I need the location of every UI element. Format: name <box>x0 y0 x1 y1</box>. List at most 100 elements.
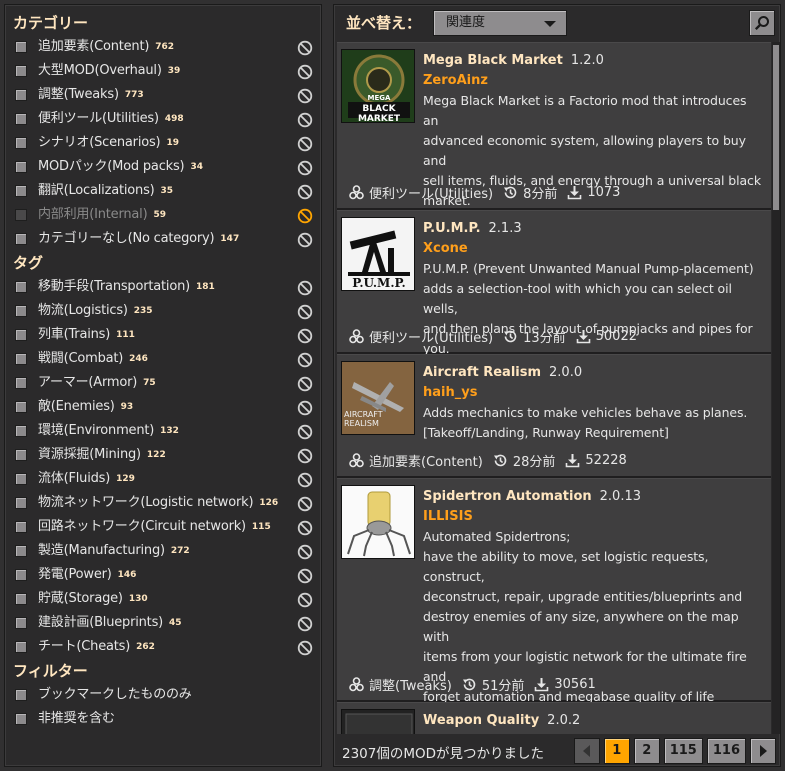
mod-name[interactable]: Aircraft Realism <box>423 365 541 380</box>
tag-exclude-button[interactable] <box>297 616 313 632</box>
tag-checkbox[interactable] <box>15 425 27 437</box>
mod-thumbnail[interactable] <box>341 485 415 559</box>
category-checkbox[interactable] <box>15 89 27 101</box>
tag-exclude-button[interactable] <box>297 640 313 656</box>
category-exclude-button[interactable] <box>297 184 313 200</box>
category-exclude-button[interactable] <box>297 232 313 248</box>
tag-exclude-button[interactable] <box>297 352 313 368</box>
next-page-button[interactable] <box>750 738 776 764</box>
category-row[interactable]: 大型MOD(Overhaul) 39 <box>13 59 313 83</box>
tag-checkbox[interactable] <box>15 353 27 365</box>
tag-row[interactable]: 製造(Manufacturing) 272 <box>13 539 313 563</box>
tag-row[interactable]: 戦闘(Combat) 246 <box>13 347 313 371</box>
mod-card[interactable]: P.U.M.P. P.U.M.P. 2.1.3 Xcone P.U.M.P. (P… <box>337 210 771 356</box>
tag-checkbox[interactable] <box>15 497 27 509</box>
prev-page-button[interactable] <box>573 738 600 764</box>
tag-checkbox[interactable] <box>15 449 27 461</box>
mod-name[interactable]: Mega Black Market <box>423 53 563 68</box>
category-exclude-button[interactable] <box>297 64 313 80</box>
category-row[interactable]: シナリオ(Scenarios) 19 <box>13 131 313 155</box>
filter-row[interactable]: 非推奨を含む <box>13 707 313 731</box>
tag-exclude-button[interactable] <box>297 472 313 488</box>
mod-card[interactable]: MEGA BLACK MARKET Mega Black Market 1.2.0… <box>337 42 771 210</box>
mod-author[interactable]: ILLISIS <box>423 507 765 527</box>
tag-row[interactable]: 環境(Environment) 132 <box>13 419 313 443</box>
filter-checkbox[interactable] <box>15 713 27 725</box>
category-exclude-button[interactable] <box>297 112 313 128</box>
tag-row[interactable]: アーマー(Armor) 75 <box>13 371 313 395</box>
mod-thumbnail[interactable]: MEGA BLACK MARKET <box>341 49 415 123</box>
category-row[interactable]: 翻訳(Localizations) 35 <box>13 179 313 203</box>
tag-row[interactable]: 敵(Enemies) 93 <box>13 395 313 419</box>
tag-row[interactable]: 回路ネットワーク(Circuit network) 115 <box>13 515 313 539</box>
tag-checkbox[interactable] <box>15 401 27 413</box>
tag-checkbox[interactable] <box>15 473 27 485</box>
tag-row[interactable]: 流体(Fluids) 129 <box>13 467 313 491</box>
tag-row[interactable]: 移動手段(Transportation) 181 <box>13 275 313 299</box>
tag-exclude-button[interactable] <box>297 400 313 416</box>
category-row[interactable]: 便利ツール(Utilities) 498 <box>13 107 313 131</box>
category-checkbox[interactable] <box>15 209 27 221</box>
search-button[interactable] <box>749 10 775 36</box>
category-checkbox[interactable] <box>15 41 27 53</box>
tag-checkbox[interactable] <box>15 569 27 581</box>
tag-row[interactable]: 資源採掘(Mining) 122 <box>13 443 313 467</box>
tag-row[interactable]: チート(Cheats) 262 <box>13 635 313 659</box>
tag-row[interactable]: 物流ネットワーク(Logistic network) 126 <box>13 491 313 515</box>
tag-checkbox[interactable] <box>15 281 27 293</box>
mod-list[interactable]: MEGA BLACK MARKET Mega Black Market 1.2.0… <box>337 42 771 734</box>
category-row[interactable]: 内部利用(Internal) 59 <box>13 203 313 227</box>
tag-exclude-button[interactable] <box>297 496 313 512</box>
tag-checkbox[interactable] <box>15 641 27 653</box>
tag-exclude-button[interactable] <box>297 520 313 536</box>
tag-row[interactable]: 建設計画(Blueprints) 45 <box>13 611 313 635</box>
category-exclude-button[interactable] <box>297 88 313 104</box>
category-checkbox[interactable] <box>15 65 27 77</box>
page-button-2[interactable]: 2 <box>633 738 660 764</box>
mod-thumbnail[interactable]: P.U.M.P. <box>341 217 415 291</box>
scrollbar-thumb[interactable] <box>773 45 779 210</box>
mod-thumbnail[interactable] <box>341 709 415 734</box>
tag-exclude-button[interactable] <box>297 280 313 296</box>
tag-exclude-button[interactable] <box>297 328 313 344</box>
tag-checkbox[interactable] <box>15 593 27 605</box>
category-exclude-button[interactable] <box>297 136 313 152</box>
mod-card[interactable]: AIRCRAFT REALISM Aircraft Realism 2.0.0 h… <box>337 354 771 478</box>
category-row[interactable]: 調整(Tweaks) 773 <box>13 83 313 107</box>
tag-row[interactable]: 貯蔵(Storage) 130 <box>13 587 313 611</box>
category-checkbox[interactable] <box>15 185 27 197</box>
tag-row[interactable]: 発電(Power) 146 <box>13 563 313 587</box>
mod-card[interactable]: Spidertron Automation 2.0.13 ILLISIS Auto… <box>337 478 771 734</box>
tag-exclude-button[interactable] <box>297 544 313 560</box>
tag-checkbox[interactable] <box>15 305 27 317</box>
tag-checkbox[interactable] <box>15 521 27 533</box>
category-checkbox[interactable] <box>15 137 27 149</box>
mod-card[interactable]: Weapon Quality 2.0.2 <box>337 702 771 734</box>
mod-name[interactable]: Spidertron Automation <box>423 489 592 504</box>
mod-thumbnail[interactable]: AIRCRAFT REALISM <box>341 361 415 435</box>
tag-checkbox[interactable] <box>15 377 27 389</box>
page-button-1[interactable]: 1 <box>603 738 630 764</box>
category-checkbox[interactable] <box>15 161 27 173</box>
category-exclude-button[interactable] <box>297 208 313 224</box>
tag-row[interactable]: 列車(Trains) 111 <box>13 323 313 347</box>
mod-name[interactable]: P.U.M.P. <box>423 221 481 236</box>
category-checkbox[interactable] <box>15 233 27 245</box>
page-button-115[interactable]: 115 <box>663 738 703 764</box>
tag-checkbox[interactable] <box>15 329 27 341</box>
tag-exclude-button[interactable] <box>297 304 313 320</box>
category-checkbox[interactable] <box>15 113 27 125</box>
tag-checkbox[interactable] <box>15 617 27 629</box>
category-row[interactable]: 追加要素(Content) 762 <box>13 35 313 59</box>
tag-exclude-button[interactable] <box>297 424 313 440</box>
filter-checkbox[interactable] <box>15 689 27 701</box>
page-button-116[interactable]: 116 <box>706 738 746 764</box>
tag-exclude-button[interactable] <box>297 592 313 608</box>
category-row[interactable]: カテゴリーなし(No category) 147 <box>13 227 313 251</box>
category-exclude-button[interactable] <box>297 160 313 176</box>
mod-author[interactable]: haih_ys <box>423 383 765 403</box>
tag-row[interactable]: 物流(Logistics) 235 <box>13 299 313 323</box>
filter-row[interactable]: ブックマークしたもののみ <box>13 683 313 707</box>
category-exclude-button[interactable] <box>297 40 313 56</box>
sort-dropdown[interactable]: 関連度 <box>433 10 567 36</box>
